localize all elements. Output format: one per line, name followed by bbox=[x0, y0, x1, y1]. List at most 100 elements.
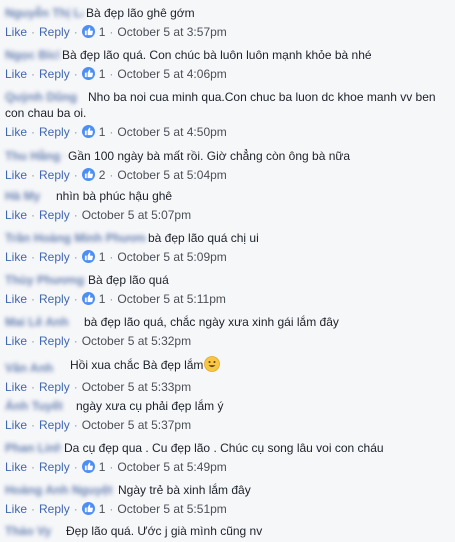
like-link[interactable]: Like bbox=[5, 67, 27, 81]
commenter-name[interactable]: Ánh Tuyết bbox=[5, 398, 73, 414]
comment-actions: Like · Reply · 1 · October 5 at 5:51pm bbox=[5, 501, 451, 517]
commenter-name[interactable]: Mai Lê Anh bbox=[5, 314, 81, 330]
comment-actions: Like · Reply · 1 · October 5 at 3:57pm bbox=[5, 24, 451, 40]
comment-timestamp[interactable]: October 5 at 5:07pm bbox=[82, 208, 191, 222]
like-reaction-icon[interactable] bbox=[81, 292, 95, 305]
separator-dot: · bbox=[31, 380, 36, 394]
commenter-name[interactable]: Thu Hằng ^ bbox=[5, 148, 65, 164]
like-link[interactable]: Like bbox=[5, 502, 27, 516]
comment-actions: Like · Reply · October 5 at 5:33pm bbox=[5, 379, 451, 395]
reply-link[interactable]: Reply bbox=[39, 334, 70, 348]
reply-link[interactable]: Reply bbox=[39, 460, 70, 474]
comment-timestamp[interactable]: October 5 at 5:51pm bbox=[117, 502, 226, 516]
commenter-name[interactable]: Vân Anh bbox=[5, 360, 67, 376]
separator-dot: · bbox=[109, 67, 114, 81]
comment-actions: Like · Reply · October 5 at 5:32pm bbox=[5, 333, 451, 349]
separator-dot: · bbox=[31, 418, 36, 432]
comment-text: ngày xưa cụ phải đẹp lắm ý bbox=[76, 399, 224, 413]
like-reaction-icon[interactable] bbox=[81, 67, 95, 80]
comment-timestamp[interactable]: October 5 at 5:33pm bbox=[82, 380, 191, 394]
comment: Quỳnh Dũng Nho ba noi cua minh qua.Con ch… bbox=[5, 89, 451, 140]
comment: Nguyễn Thị LanBà đẹp lão ghê gớmLike·Rep… bbox=[5, 5, 451, 40]
comment: Phan LinhDa cụ đẹp qua . Cu đẹp lão . Ch… bbox=[5, 440, 451, 475]
comment: Hà My nhìn bà phúc hậu ghê Like · Reply · Octo… bbox=[5, 188, 451, 223]
commenter-name[interactable]: Quỳnh Dũng bbox=[5, 89, 85, 105]
comment-body: Vân Anh Hồi xua chắc Bà đẹp lắm bbox=[5, 356, 451, 376]
reply-link[interactable]: Reply bbox=[39, 208, 70, 222]
reply-link[interactable]: Reply bbox=[39, 168, 70, 182]
comment: Thu Hằng ^Gần 100 ngày bà mất rồi. Giờ c… bbox=[5, 148, 451, 183]
separator-dot: · bbox=[109, 25, 114, 39]
commenter-name[interactable]: Nguyễn Thị Lan bbox=[5, 5, 83, 21]
like-reaction-icon[interactable] bbox=[81, 168, 95, 181]
commenter-name[interactable]: Thùy Phương bbox=[5, 272, 85, 288]
comment-text: nhìn bà phúc hậu ghê bbox=[56, 189, 173, 203]
smile-emoji-icon bbox=[204, 356, 221, 376]
like-link[interactable]: Like bbox=[5, 460, 27, 474]
comment-body: Mai Lê Anh bà đẹp lão quá, chắc ngày xưa … bbox=[5, 314, 451, 330]
commenter-name[interactable]: Phan Linh bbox=[5, 440, 61, 456]
like-reaction-icon[interactable] bbox=[81, 250, 95, 263]
separator-dot: · bbox=[31, 460, 36, 474]
like-reaction-icon[interactable] bbox=[81, 502, 95, 515]
comment-timestamp[interactable]: October 5 at 5:37pm bbox=[82, 418, 191, 432]
commenter-name[interactable]: Hoàng Anh Nguyệt bbox=[5, 482, 115, 498]
like-link[interactable]: Like bbox=[5, 168, 27, 182]
reply-link[interactable]: Reply bbox=[39, 502, 70, 516]
comment-text: Gần 100 ngày bà mất rồi. Giờ chẳng còn ô… bbox=[68, 149, 351, 163]
comment-actions: Like · Reply · 1 · October 5 at 5:09pm bbox=[5, 249, 451, 265]
comment-text: Ngày trẻ bà xinh lắm đây bbox=[118, 483, 251, 497]
comment: Trần Hoàng Minh Phươngbà đẹp lão quá chị… bbox=[5, 230, 451, 265]
comment-text: Đẹp lão quá. Ước j già mình cũng nv bbox=[66, 524, 263, 538]
like-link[interactable]: Like bbox=[5, 250, 27, 264]
comment-body: Quỳnh Dũng Nho ba noi cua minh qua.Con ch… bbox=[5, 89, 451, 121]
like-reaction-icon[interactable] bbox=[81, 125, 95, 138]
separator-dot: · bbox=[73, 25, 78, 39]
like-link[interactable]: Like bbox=[5, 25, 27, 39]
commenter-name[interactable]: Thảo Vy bbox=[5, 523, 63, 539]
comment-timestamp[interactable]: October 5 at 5:11pm bbox=[117, 292, 226, 306]
comment-timestamp[interactable]: October 5 at 5:09pm bbox=[117, 250, 226, 264]
like-link[interactable]: Like bbox=[5, 125, 27, 139]
comment-body: Hà My nhìn bà phúc hậu ghê bbox=[5, 188, 451, 204]
comment-timestamp[interactable]: October 5 at 5:49pm bbox=[117, 460, 226, 474]
commenter-name[interactable]: Hà My bbox=[5, 188, 53, 204]
like-reaction-icon[interactable] bbox=[81, 25, 95, 38]
like-link[interactable]: Like bbox=[5, 334, 27, 348]
commenter-name[interactable]: Trần Hoàng Minh Phương bbox=[5, 230, 145, 246]
like-link[interactable]: Like bbox=[5, 208, 27, 222]
reply-link[interactable]: Reply bbox=[39, 25, 70, 39]
separator-dot: · bbox=[31, 125, 36, 139]
like-link[interactable]: Like bbox=[5, 380, 27, 394]
separator-dot: · bbox=[109, 250, 114, 264]
like-link[interactable]: Like bbox=[5, 292, 27, 306]
comment-timestamp[interactable]: October 5 at 4:06pm bbox=[117, 67, 226, 81]
separator-dot: · bbox=[73, 125, 78, 139]
comment-timestamp[interactable]: October 5 at 4:50pm bbox=[117, 125, 226, 139]
separator-dot: · bbox=[109, 125, 114, 139]
like-reaction-icon[interactable] bbox=[81, 460, 95, 473]
reply-link[interactable]: Reply bbox=[39, 67, 70, 81]
comment: Ngọc BíchBà đẹp lão quá. Con chúc bà luô… bbox=[5, 47, 451, 82]
separator-dot: · bbox=[73, 208, 78, 222]
separator-dot: · bbox=[73, 250, 78, 264]
separator-dot: · bbox=[31, 168, 36, 182]
commenter-name[interactable]: Ngọc Bích bbox=[5, 47, 59, 63]
separator-dot: · bbox=[31, 250, 36, 264]
comment-body: Ánh Tuyết ngày xưa cụ phải đẹp lắm ý bbox=[5, 398, 451, 414]
reply-link[interactable]: Reply bbox=[39, 125, 70, 139]
comment-actions: Like · Reply · 1 · October 5 at 4:50pm bbox=[5, 124, 451, 140]
reply-link[interactable]: Reply bbox=[39, 380, 70, 394]
comment-actions: Like · Reply · October 5 at 5:07pm bbox=[5, 207, 451, 223]
comment-timestamp[interactable]: October 5 at 5:32pm bbox=[82, 334, 191, 348]
comment-text: Bà đẹp lão quá bbox=[88, 273, 169, 287]
comment: Thùy Phương Bà đẹp lão quá Like · Reply · 1 · Oc… bbox=[5, 272, 451, 307]
comment-body: Ngọc BíchBà đẹp lão quá. Con chúc bà luô… bbox=[5, 47, 451, 63]
reply-link[interactable]: Reply bbox=[39, 418, 70, 432]
reply-link[interactable]: Reply bbox=[39, 250, 70, 264]
comment-body: Thảo Vy Đẹp lão quá. Ước j già mình cũng … bbox=[5, 523, 451, 539]
reply-link[interactable]: Reply bbox=[39, 292, 70, 306]
like-link[interactable]: Like bbox=[5, 418, 27, 432]
comment-timestamp[interactable]: October 5 at 3:57pm bbox=[117, 25, 226, 39]
comment-timestamp[interactable]: October 5 at 5:04pm bbox=[117, 168, 226, 182]
